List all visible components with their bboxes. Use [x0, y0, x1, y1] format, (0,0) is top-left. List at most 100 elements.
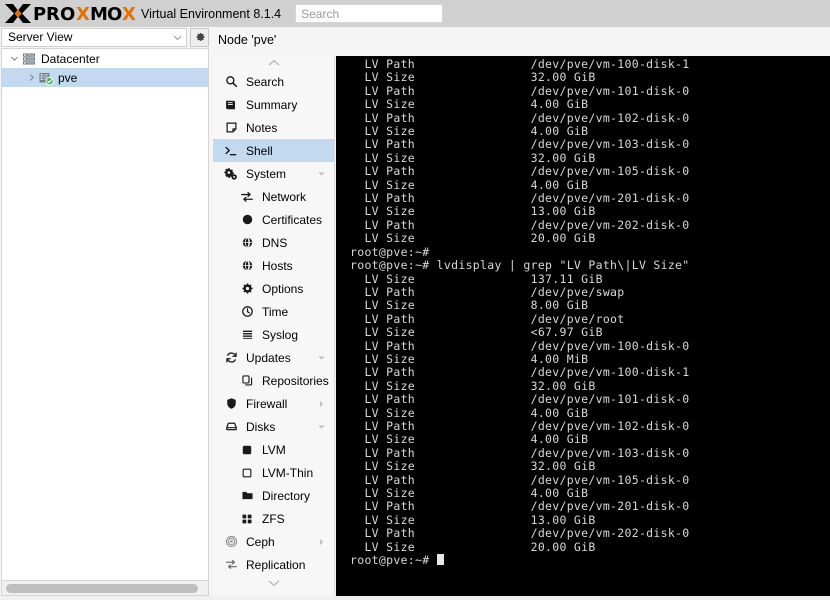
proxmox-logo[interactable]: P R O X M O X — [0, 0, 136, 27]
menu-item-notes[interactable]: Notes — [213, 116, 334, 139]
menu-item-lvm[interactable]: LVM — [213, 438, 334, 461]
svg-text:P: P — [33, 4, 46, 24]
terminal-line: LV Size <67.97 GiB — [350, 326, 830, 339]
terminal-line: LV Path /dev/pve/vm-202-disk-0 — [350, 219, 830, 232]
menu-item-label: Repositories — [262, 374, 329, 388]
terminal-line: root@pve:~# lvdisplay | grep "LV Path\|L… — [350, 259, 830, 272]
shell-terminal[interactable]: LV Path /dev/pve/vm-100-disk-1 LV Size 3… — [336, 56, 830, 600]
chevron-down-icon — [173, 33, 182, 42]
menu-item-directory[interactable]: Directory — [213, 484, 334, 507]
menu-item-system[interactable]: System — [213, 162, 334, 185]
menu-item-firewall[interactable]: Firewall — [213, 392, 334, 415]
menu-item-updates[interactable]: Updates — [213, 346, 334, 369]
lvm-icon — [239, 442, 255, 458]
terminal-line: LV Size 4.00 GiB — [350, 433, 830, 446]
search-input[interactable] — [295, 4, 443, 23]
gears-icon — [223, 166, 239, 182]
chevron-down-icon[interactable] — [317, 353, 326, 362]
terminal-line: LV Path /dev/pve/vm-201-disk-0 — [350, 500, 830, 513]
chevron-right-icon[interactable] — [317, 537, 326, 546]
terminal-line: LV Size 20.00 GiB — [350, 541, 830, 554]
menu-item-lvm-thin[interactable]: LVM-Thin — [213, 461, 334, 484]
view-mode-select[interactable]: Server View — [1, 28, 187, 47]
menu-item-label: DNS — [262, 236, 287, 250]
chevron-down-icon — [267, 579, 281, 587]
node-menu-panel[interactable]: Search Summary Notes ShellSystem Network Cert… — [213, 56, 335, 596]
terminal-line: LV Size 20.00 GiB — [350, 232, 830, 245]
menu-item-repositories[interactable]: Repositories — [213, 369, 334, 392]
terminal-line: LV Size 32.00 GiB — [350, 71, 830, 84]
menu-item-zfs[interactable]: ZFS — [213, 507, 334, 530]
menu-item-search[interactable]: Search — [213, 70, 334, 93]
menu-item-label: LVM — [262, 443, 286, 457]
menu-item-label: LVM-Thin — [262, 466, 313, 480]
terminal-output: LV Path /dev/pve/vm-100-disk-1 LV Size 3… — [336, 56, 830, 567]
menu-item-list: Search Summary Notes ShellSystem Network Cert… — [213, 70, 334, 576]
terminal-line: LV Path /dev/pve/swap — [350, 286, 830, 299]
menu-item-certificates[interactable]: Certificates — [213, 208, 334, 231]
menu-item-label: Certificates — [262, 213, 322, 227]
svg-text:O: O — [60, 4, 75, 24]
datacenter-icon — [21, 51, 37, 67]
menu-item-label: Hosts — [262, 259, 293, 273]
chevron-right-icon[interactable] — [317, 399, 326, 408]
svg-text:R: R — [46, 4, 60, 24]
menu-item-replication[interactable]: Replication — [213, 553, 334, 576]
network-icon — [239, 189, 255, 205]
menu-item-label: Network — [262, 190, 306, 204]
menu-item-label: Firewall — [246, 397, 287, 411]
svg-text:X: X — [76, 4, 90, 24]
menu-item-label: Time — [262, 305, 288, 319]
clock-icon — [239, 304, 255, 320]
scrollbar-thumb[interactable] — [6, 584, 198, 593]
chevron-down-icon[interactable] — [317, 169, 326, 178]
menu-item-hosts[interactable]: Hosts — [213, 254, 334, 277]
terminal-line: LV Size 13.00 GiB — [350, 514, 830, 527]
terminal-line: LV Path /dev/pve/vm-105-disk-0 — [350, 165, 830, 178]
menu-scroll-up-button[interactable] — [213, 56, 334, 70]
menu-item-disks[interactable]: Disks — [213, 415, 334, 438]
menu-item-syslog[interactable]: Syslog — [213, 323, 334, 346]
list-icon — [239, 327, 255, 343]
chevron-down-icon[interactable] — [7, 52, 21, 66]
tree-item-label: Datacenter — [41, 52, 100, 66]
terminal-line: root@pve:~# — [350, 246, 830, 259]
node-online-icon — [38, 70, 54, 86]
settings-button[interactable] — [190, 28, 209, 47]
resource-tree-panel[interactable]: Datacenter pve — [1, 48, 209, 581]
chevron-down-icon[interactable] — [317, 422, 326, 431]
menu-scroll-down-button[interactable] — [213, 576, 334, 590]
menu-item-label: Options — [262, 282, 303, 296]
globe-icon — [239, 258, 255, 274]
terminal-line: LV Size 4.00 GiB — [350, 179, 830, 192]
terminal-line: LV Path /dev/pve/vm-100-disk-1 — [350, 58, 830, 71]
menu-item-label: Summary — [246, 98, 297, 112]
svg-text:M: M — [90, 4, 108, 24]
menu-item-network[interactable]: Network — [213, 185, 334, 208]
menu-item-label: Replication — [246, 558, 305, 572]
book-icon — [223, 97, 239, 113]
gear-icon — [194, 31, 206, 43]
menu-item-shell[interactable]: Shell — [213, 139, 334, 162]
gear-icon — [239, 281, 255, 297]
menu-item-label: Directory — [262, 489, 310, 503]
menu-item-label: Ceph — [246, 535, 275, 549]
terminal-line: LV Path /dev/pve/vm-103-disk-0 — [350, 447, 830, 460]
terminal-line: LV Size 13.00 GiB — [350, 205, 830, 218]
terminal-line: LV Size 4.00 MiB — [350, 353, 830, 366]
menu-item-label: Notes — [246, 121, 277, 135]
tree-horizontal-scrollbar[interactable] — [1, 581, 209, 596]
menu-item-summary[interactable]: Summary — [213, 93, 334, 116]
zfs-icon — [239, 511, 255, 527]
folder-icon — [239, 488, 255, 504]
bottom-strip — [0, 596, 830, 600]
tree-item-pve[interactable]: pve — [2, 68, 208, 87]
menu-item-time[interactable]: Time — [213, 300, 334, 323]
chevron-right-icon[interactable] — [24, 71, 38, 85]
menu-item-options[interactable]: Options — [213, 277, 334, 300]
proxmox-web-ui: P R O X M O X Virtual Environment 8.1.4 — [0, 0, 830, 600]
menu-item-dns[interactable]: DNS — [213, 231, 334, 254]
tree-item-datacenter[interactable]: Datacenter — [2, 49, 208, 68]
menu-item-label: Updates — [246, 351, 291, 365]
menu-item-ceph[interactable]: Ceph — [213, 530, 334, 553]
